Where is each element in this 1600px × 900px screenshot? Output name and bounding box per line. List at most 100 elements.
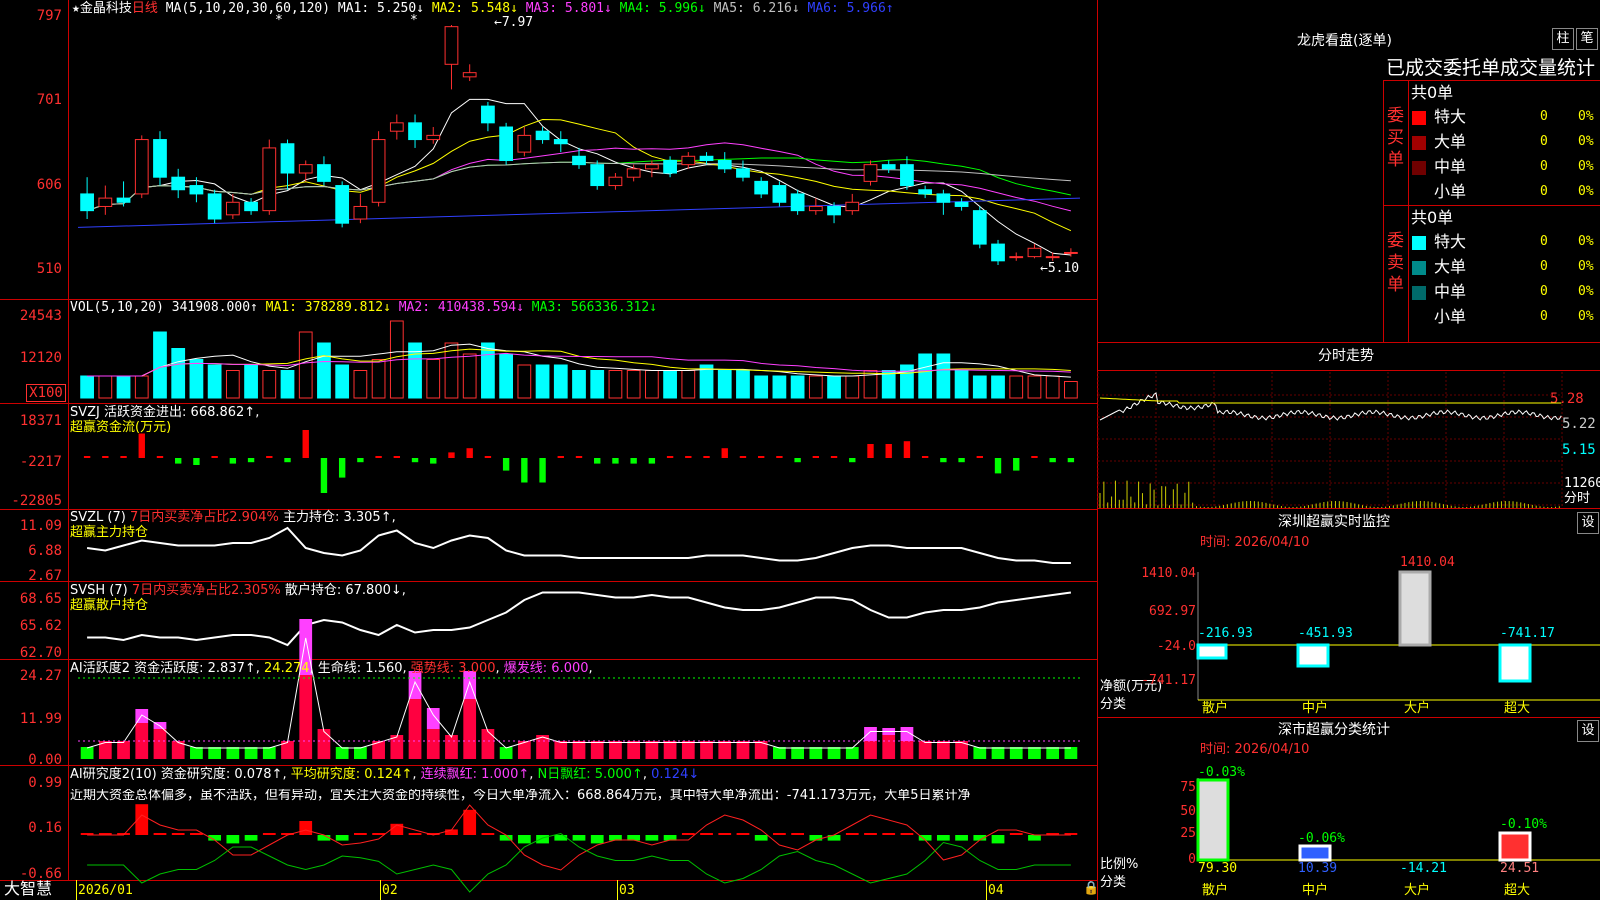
- flow-bar: [612, 458, 619, 464]
- research-bar: [845, 833, 859, 835]
- brand-logo[interactable]: 大智慧: [4, 881, 52, 897]
- research-bar: [190, 833, 203, 835]
- candle-body: [335, 185, 350, 224]
- flow-bar: [430, 458, 437, 464]
- volume-bar: [845, 375, 860, 399]
- y-tick: -741.17: [1141, 673, 1196, 688]
- monitor-bar-value: 1410.04: [1400, 555, 1455, 570]
- active-bar: [791, 747, 804, 759]
- sell-row-pct: 0%: [1578, 284, 1594, 299]
- classify-cat-label: 中户: [1302, 883, 1329, 898]
- candle-body: [499, 126, 514, 161]
- volume-bar: [1064, 381, 1078, 399]
- volume-bar: [298, 331, 313, 399]
- flow-bar: [175, 458, 182, 464]
- candle-body: [1009, 256, 1024, 259]
- candle-body: [262, 147, 277, 212]
- period-label[interactable]: 日线: [132, 1, 158, 16]
- research-bar: [244, 835, 258, 841]
- y-tick: 510: [36, 261, 62, 277]
- sell-row-value: 0: [1540, 234, 1548, 249]
- volume-bar: [736, 370, 750, 399]
- main-header: ★金晶科技日线 MA(5,10,20,30,60,120) MA1: 5.250…: [72, 2, 894, 16]
- flow-bar: [1013, 458, 1020, 471]
- month-label: 2026/01: [78, 883, 133, 898]
- flow-bar: [247, 458, 255, 463]
- candle-body: [225, 201, 240, 216]
- active-bar: [590, 741, 604, 759]
- volume-bar: [827, 375, 841, 399]
- candle-body: [389, 122, 404, 132]
- candle-body: [408, 122, 422, 141]
- active-bar: [809, 747, 823, 759]
- research-bar: [463, 809, 477, 835]
- flow-bar: [630, 458, 637, 464]
- candle-body: [699, 155, 714, 161]
- candle-body: [317, 164, 331, 182]
- classify-settings-button[interactable]: 设: [1577, 720, 1599, 742]
- volume-bar: [335, 364, 350, 399]
- buy-row-value: 0: [1540, 159, 1548, 174]
- candle-body: [681, 155, 696, 166]
- month-tick: [380, 880, 381, 900]
- candle-body: [626, 168, 641, 178]
- bar-mode-button[interactable]: 柱: [1552, 28, 1574, 50]
- classify-bar: [1498, 831, 1532, 862]
- y-tick: 12120: [19, 350, 62, 366]
- research-bar: [718, 833, 732, 835]
- ma-params: MA(5,10,20,30,60,120): [165, 1, 331, 16]
- volume-bar: [1027, 375, 1042, 399]
- stock-name[interactable]: 金晶科技: [80, 1, 132, 16]
- ma6-value: MA6: 5.966↑: [807, 1, 894, 16]
- candle-body: [590, 164, 605, 187]
- y-tick: 18371: [19, 413, 62, 429]
- active-bar: [335, 747, 349, 759]
- research-bar: [700, 833, 713, 835]
- candle-body: [644, 164, 659, 170]
- research-bar: [1028, 835, 1041, 841]
- month-label: 03: [619, 883, 635, 898]
- volume-bar: [918, 353, 933, 399]
- flow-bar: [83, 456, 91, 458]
- active-line: [86, 637, 1071, 749]
- y-tick: 50: [1180, 804, 1196, 819]
- volume-bar: [371, 359, 386, 399]
- sell-row-value: 0: [1540, 259, 1548, 274]
- stats-title: 已成交委托单成交量统计: [1386, 57, 1596, 79]
- buy-color-swatch: [1412, 161, 1426, 175]
- divider: [1383, 205, 1600, 206]
- monitor-bar-value: -216.93: [1198, 626, 1253, 641]
- buy-row-name: 中单: [1434, 157, 1467, 176]
- y-tick: 0.00: [28, 752, 62, 768]
- active-bar: [718, 741, 732, 759]
- ma4-value: MA4: 5.996↓: [619, 1, 706, 16]
- candle-body: [900, 164, 914, 187]
- flow-bar: [411, 458, 419, 463]
- candle-body: [918, 189, 933, 195]
- monitor-settings-button[interactable]: 设: [1577, 512, 1599, 534]
- buy-color-swatch: [1412, 136, 1426, 150]
- volume-bar: [954, 370, 969, 399]
- buy-row-value: 0: [1540, 184, 1548, 199]
- active-bar: [882, 735, 896, 759]
- buy-color-swatch: [1412, 186, 1426, 200]
- candle-body: [991, 243, 1005, 262]
- candle-body: [481, 105, 495, 124]
- candle-body: [244, 201, 258, 212]
- divider: [1383, 80, 1384, 342]
- star-marker: *: [410, 13, 418, 28]
- candle-body: [808, 205, 823, 212]
- active-bar: [1064, 747, 1078, 759]
- flow-bar: [102, 456, 109, 458]
- y-tick: 0: [1188, 852, 1196, 867]
- candle-body: [535, 130, 550, 141]
- candle-body: [189, 185, 204, 195]
- monitor-bar: [1296, 643, 1330, 668]
- flow-bar: [703, 456, 710, 458]
- active-bar: [117, 741, 130, 759]
- month-tick: [617, 880, 618, 900]
- lock-icon[interactable]: 🔒: [1083, 882, 1099, 896]
- volume-bar: [754, 375, 769, 399]
- volume-bar: [189, 359, 204, 399]
- tick-mode-button[interactable]: 笔: [1576, 28, 1598, 50]
